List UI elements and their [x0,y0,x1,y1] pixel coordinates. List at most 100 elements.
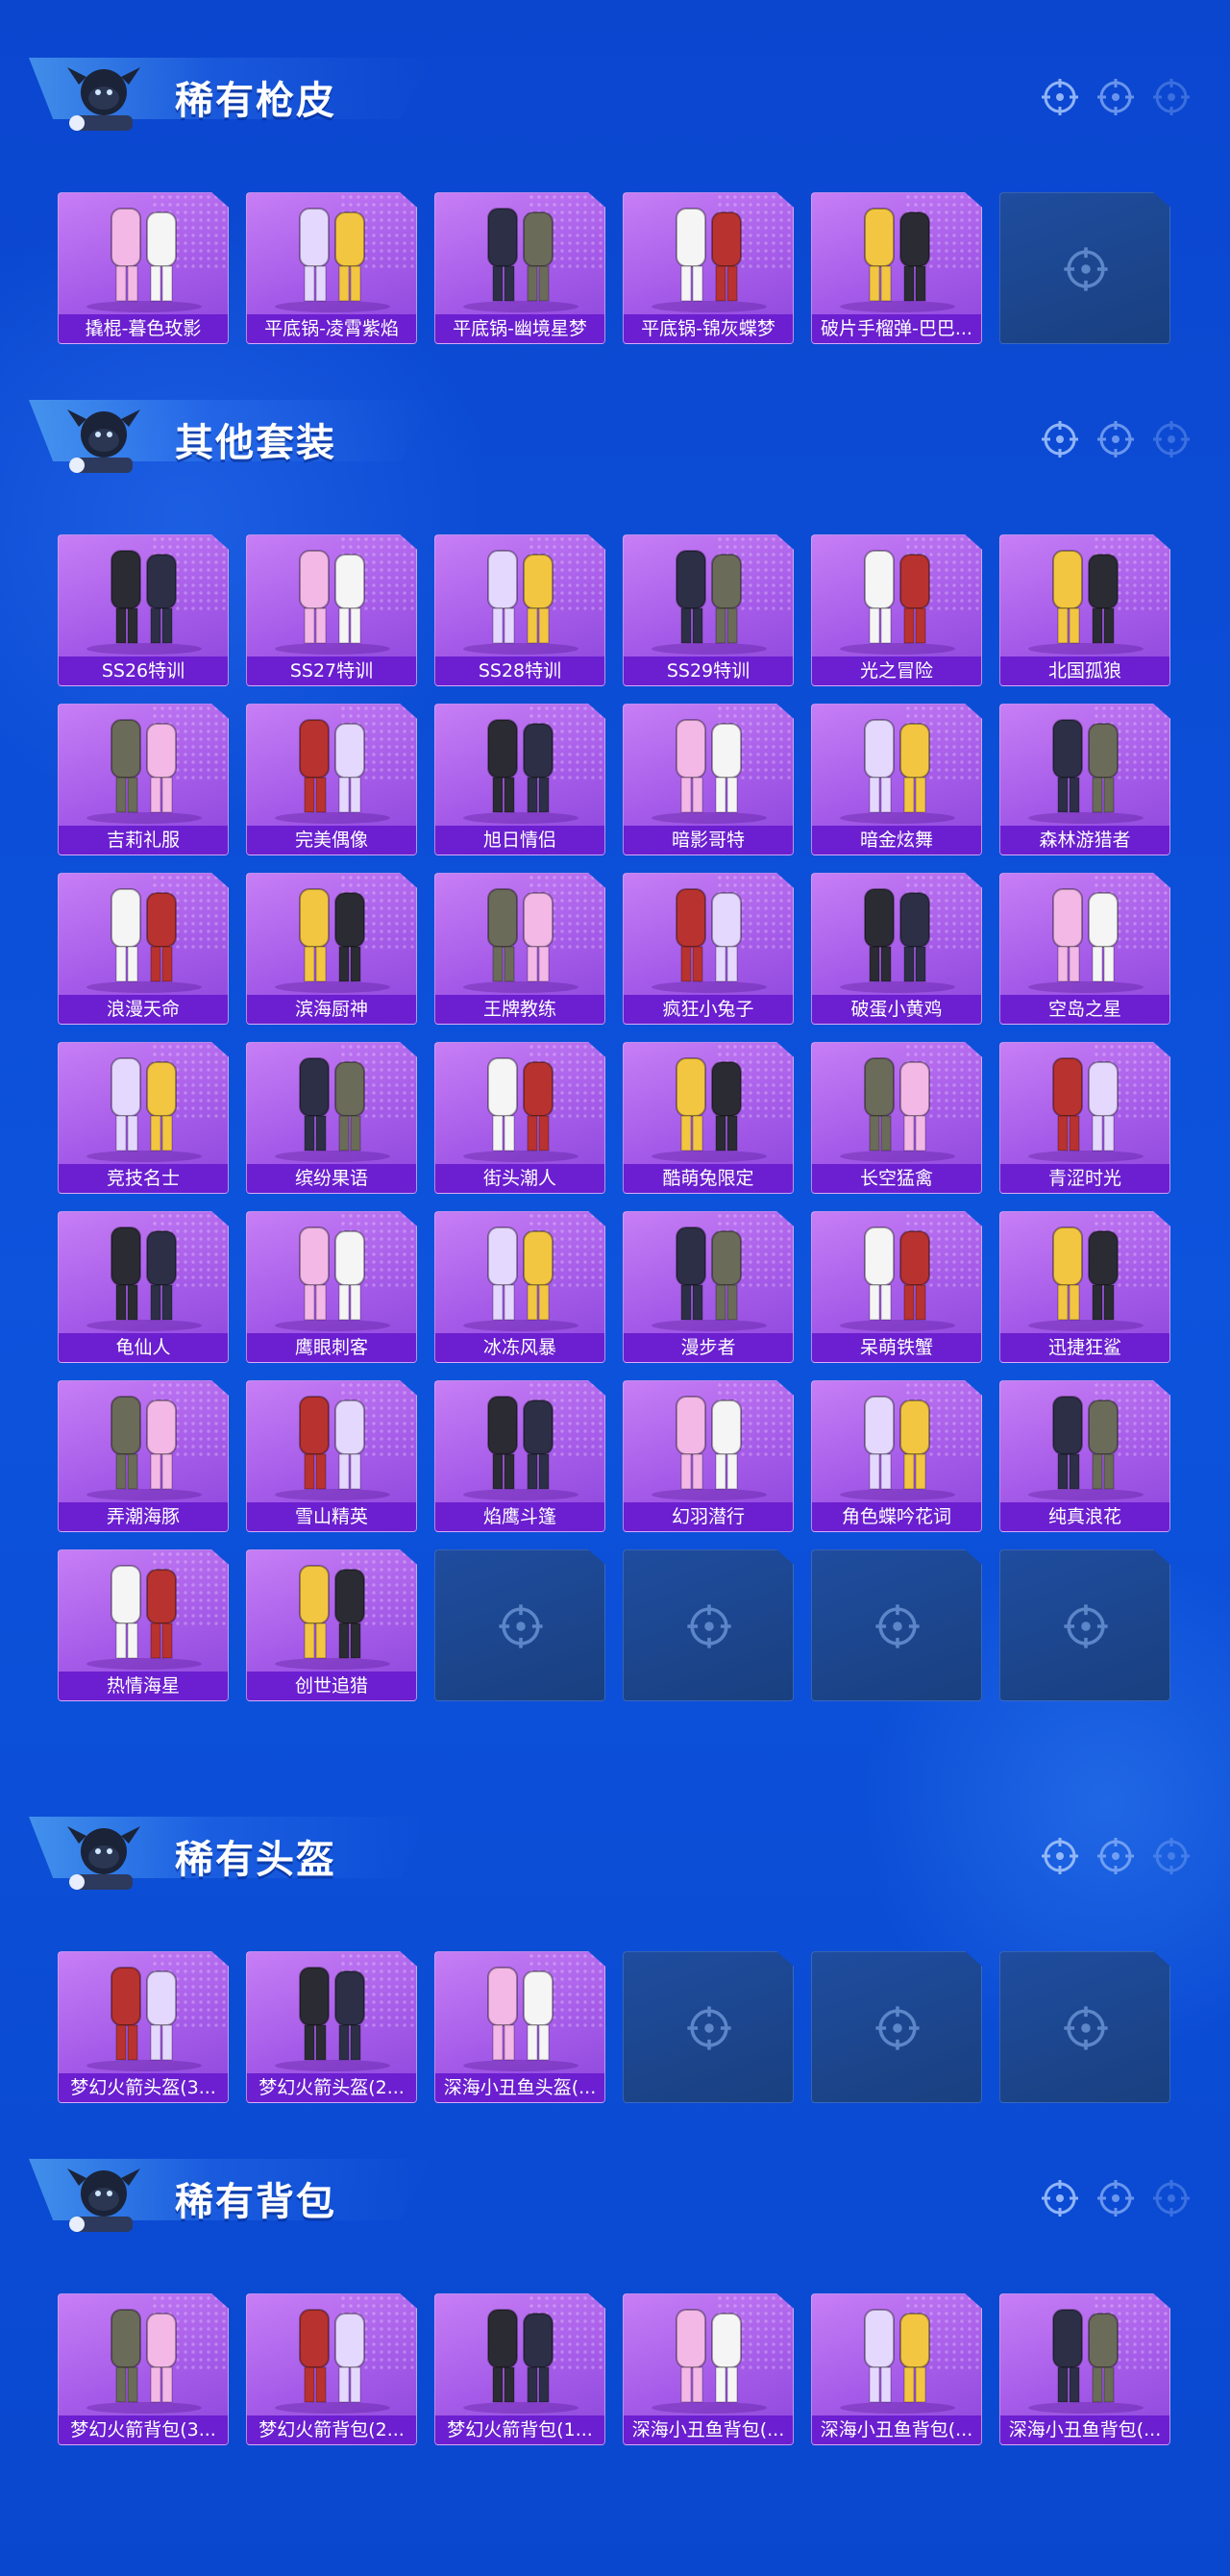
item-name: 缤纷果语 [247,1164,416,1193]
item-card[interactable]: 角色蝶吟花词 [811,1380,982,1532]
item-name: 幻羽潜行 [624,1502,793,1531]
item-card[interactable]: 幻羽潜行 [623,1380,794,1532]
item-name: 完美偶像 [247,826,416,855]
item-card[interactable]: 缤纷果语 [246,1042,417,1194]
item-card[interactable]: 光之冒险 [811,534,982,686]
reticle-icon [1097,421,1134,458]
item-card[interactable]: 北国孤狼 [999,534,1170,686]
item-card[interactable]: 龟仙人 [58,1211,229,1363]
item-thumbnail [86,1967,202,2071]
item-card[interactable]: 创世追猎 [246,1549,417,1701]
item-thumbnail [86,550,202,655]
reticle-icon [1097,79,1134,115]
item-card[interactable]: 破片手榴弹-巴巴... [811,192,982,344]
item-card[interactable]: 雪山精英 [246,1380,417,1532]
item-card[interactable]: 吉莉礼服 [58,704,229,855]
item-name: SS28特训 [435,656,604,685]
section-title: 稀有背包 [175,2180,336,2224]
item-card[interactable]: 长空猛禽 [811,1042,982,1194]
item-name: 暗金炫舞 [812,826,981,855]
section-title: 其他套装 [175,421,336,465]
reticle-icon [1097,2180,1134,2217]
item-card[interactable]: 破蛋小黄鸡 [811,873,982,1025]
item-card[interactable]: 暗影哥特 [623,704,794,855]
item-card[interactable]: 梦幻火箭头盔(3... [58,1951,229,2103]
section-other-outfits: 其他套装 SS26特训 SS27特训 SS28特训 SS29特训 光之冒险 北国孤狼吉莉礼… [0,342,1230,1701]
item-card[interactable]: SS28特训 [434,534,605,686]
item-thumbnail [463,1226,578,1331]
item-card[interactable]: 森林游猎者 [999,704,1170,855]
item-name: 破片手榴弹-巴巴... [812,314,981,343]
item-card[interactable]: 浪漫天命 [58,873,229,1025]
item-card[interactable]: 深海小丑鱼背包(... [623,2293,794,2445]
item-card[interactable]: SS27特训 [246,534,417,686]
item-card[interactable]: 完美偶像 [246,704,417,855]
item-card[interactable]: 青涩时光 [999,1042,1170,1194]
item-card[interactable]: SS29特训 [623,534,794,686]
item-card[interactable]: 平底锅-锦灰蝶梦 [623,192,794,344]
item-thumbnail [86,1565,202,1670]
item-thumbnail [463,1396,578,1500]
item-name: 迅捷狂鲨 [1000,1333,1169,1362]
item-card[interactable]: 深海小丑鱼背包(... [999,2293,1170,2445]
item-thumbnail [275,1565,390,1670]
item-name: 龟仙人 [59,1333,228,1362]
item-name: 梦幻火箭头盔(2... [247,2073,416,2102]
item-card[interactable]: 酷萌兔限定 [623,1042,794,1194]
item-thumbnail [652,1226,767,1331]
reticle-icon [1042,79,1078,115]
item-name: 长空猛禽 [812,1164,981,1193]
item-card[interactable]: 暗金炫舞 [811,704,982,855]
item-card[interactable]: SS26特训 [58,534,229,686]
item-name: 梦幻火箭背包(3... [59,2415,228,2444]
item-card[interactable]: 梦幻火箭背包(2... [246,2293,417,2445]
item-name: 旭日情侣 [435,826,604,855]
item-card[interactable]: 平底锅-凌霄紫焰 [246,192,417,344]
header-icons [1040,77,1192,117]
item-thumbnail [652,208,767,312]
item-name: 平底锅-锦灰蝶梦 [624,314,793,343]
item-thumbnail [275,888,390,993]
item-card[interactable]: 竞技名士 [58,1042,229,1194]
item-card[interactable]: 冰冻风暴 [434,1211,605,1363]
item-card[interactable]: 深海小丑鱼头盔(... [434,1951,605,2103]
item-thumbnail [1028,2309,1144,2414]
item-thumbnail [652,888,767,993]
item-name: 青涩时光 [1000,1164,1169,1193]
item-card[interactable]: 迅捷狂鲨 [999,1211,1170,1363]
item-grid: 梦幻火箭头盔(3... 梦幻火箭头盔(2... 深海小丑鱼头盔(... [58,1951,1170,2103]
item-name: 雪山精英 [247,1502,416,1531]
item-card[interactable]: 鹰眼刺客 [246,1211,417,1363]
item-thumbnail [1028,1226,1144,1331]
item-name: 梦幻火箭头盔(3... [59,2073,228,2102]
item-card[interactable]: 平底锅-幽境星梦 [434,192,605,344]
item-card[interactable]: 热情海星 [58,1549,229,1701]
item-card[interactable]: 梦幻火箭背包(3... [58,2293,229,2445]
item-thumbnail [840,719,955,824]
item-thumbnail [463,719,578,824]
item-card[interactable]: 呆萌铁蟹 [811,1211,982,1363]
item-thumbnail [463,208,578,312]
item-card[interactable]: 梦幻火箭背包(1... [434,2293,605,2445]
item-name: SS29特训 [624,656,793,685]
item-card[interactable]: 旭日情侣 [434,704,605,855]
item-card[interactable]: 撬棍-暮色玫影 [58,192,229,344]
item-card[interactable]: 漫步者 [623,1211,794,1363]
item-card[interactable]: 焰鹰斗篷 [434,1380,605,1532]
item-card[interactable]: 街头潮人 [434,1042,605,1194]
item-card[interactable]: 疯狂小兔子 [623,873,794,1025]
item-thumbnail [1028,888,1144,993]
item-card[interactable]: 梦幻火箭头盔(2... [246,1951,417,2103]
item-card[interactable]: 王牌教练 [434,873,605,1025]
item-thumbnail [275,1226,390,1331]
item-card[interactable]: 深海小丑鱼背包(... [811,2293,982,2445]
item-thumbnail [652,2309,767,2414]
item-card[interactable]: 滨海厨神 [246,873,417,1025]
item-name: 平底锅-凌霄紫焰 [247,314,416,343]
reticle-icon [1153,2180,1190,2217]
reticle-icon [1042,1838,1078,1874]
item-name: 纯真浪花 [1000,1502,1169,1531]
item-card[interactable]: 空岛之星 [999,873,1170,1025]
item-card[interactable]: 纯真浪花 [999,1380,1170,1532]
item-card[interactable]: 弄潮海豚 [58,1380,229,1532]
